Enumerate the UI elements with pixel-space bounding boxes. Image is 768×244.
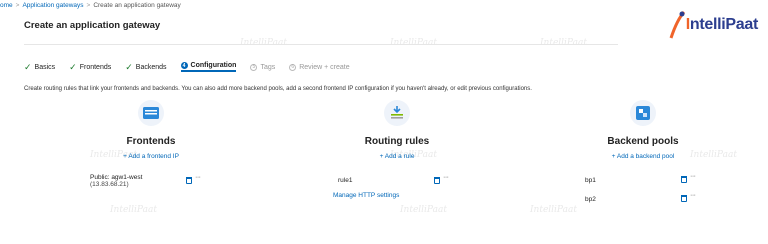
frontends-title: Frontends	[126, 136, 176, 147]
logo-mark-icon	[669, 11, 685, 39]
watermark: IntelliPaat	[240, 38, 287, 48]
rule-more-icon[interactable]: ···	[443, 174, 449, 181]
frontend-name: Public: agw1-west	[90, 174, 143, 181]
backend-pool-icon	[630, 100, 656, 126]
tab-tags[interactable]: 5 Tags	[250, 62, 275, 72]
wizard-tabs: ✓ Basics ✓ Frontends ✓ Backends 4 Configurat…	[24, 62, 350, 72]
routing-rules-title: Routing rules	[364, 136, 430, 147]
tab-backends[interactable]: ✓ Backends	[125, 62, 166, 72]
frontend-list-item[interactable]: Public: agw1-west (13.83.68.21)	[90, 174, 142, 188]
tab-configuration[interactable]: 4 Configuration	[180, 62, 237, 72]
frontend-ip: (13.83.68.21)	[90, 181, 129, 188]
add-rule-link[interactable]: + Add a rule	[312, 153, 482, 160]
delete-rule-icon[interactable]	[434, 177, 440, 184]
backend-pool-more-icon[interactable]: ···	[690, 192, 696, 199]
step-number-icon: 5	[250, 63, 258, 71]
delete-backend-pool-icon[interactable]	[681, 176, 687, 183]
frontend-icon	[138, 100, 164, 126]
logo-text: IntelliPaat	[685, 16, 759, 33]
title-divider	[24, 44, 618, 45]
watermark: IntelliPaat	[530, 205, 577, 215]
add-backend-pool-link[interactable]: + Add a backend pool	[558, 153, 728, 160]
checkmark-icon: ✓	[69, 61, 77, 72]
tab-review-create[interactable]: 6 Review + create	[289, 62, 350, 72]
backend-pools-section: Backend pools + Add a backend pool	[558, 100, 728, 160]
routing-rule-icon	[384, 100, 410, 126]
breadcrumb: ome > Application gateways > Create an appli…	[0, 2, 181, 9]
breadcrumb-app-gateways-link[interactable]: Application gateways	[22, 2, 83, 9]
routing-rule-item[interactable]: rule1	[338, 177, 352, 184]
backend-pool-item[interactable]: bp1	[585, 177, 596, 184]
watermark: IntelliPaat	[400, 205, 447, 215]
backend-pools-title: Backend pools	[607, 136, 679, 147]
step-number-icon: 4	[180, 62, 188, 69]
step-number-icon: 6	[289, 63, 297, 71]
routing-rules-section: Routing rules + Add a rule	[312, 100, 482, 160]
frontend-more-icon[interactable]: ···	[195, 174, 201, 181]
page-description: Create routing rules that link your fron…	[24, 86, 532, 92]
add-frontend-ip-link[interactable]: + Add a frontend IP	[66, 153, 236, 160]
tab-basics[interactable]: ✓ Basics	[24, 62, 55, 72]
watermark: IntelliPaat	[540, 38, 587, 48]
breadcrumb-home-link[interactable]: ome	[0, 2, 13, 9]
breadcrumb-current: Create an application gateway	[93, 2, 181, 9]
delete-backend-pool-icon[interactable]	[681, 195, 687, 202]
watermark: IntelliPaat	[390, 38, 437, 48]
frontends-section: Frontends + Add a frontend IP	[66, 100, 236, 160]
watermark: IntelliPaat	[110, 205, 157, 215]
backend-pool-item[interactable]: bp2	[585, 196, 596, 203]
intellipaat-logo: IntelliPaat	[668, 8, 758, 42]
delete-frontend-icon[interactable]	[186, 177, 192, 184]
manage-http-settings-link[interactable]: Manage HTTP settings	[333, 192, 399, 199]
page-title: Create an application gateway	[24, 20, 161, 31]
checkmark-icon: ✓	[24, 61, 32, 72]
tab-frontends[interactable]: ✓ Frontends	[69, 62, 111, 72]
checkmark-icon: ✓	[125, 61, 133, 72]
backend-pool-more-icon[interactable]: ···	[690, 173, 696, 180]
